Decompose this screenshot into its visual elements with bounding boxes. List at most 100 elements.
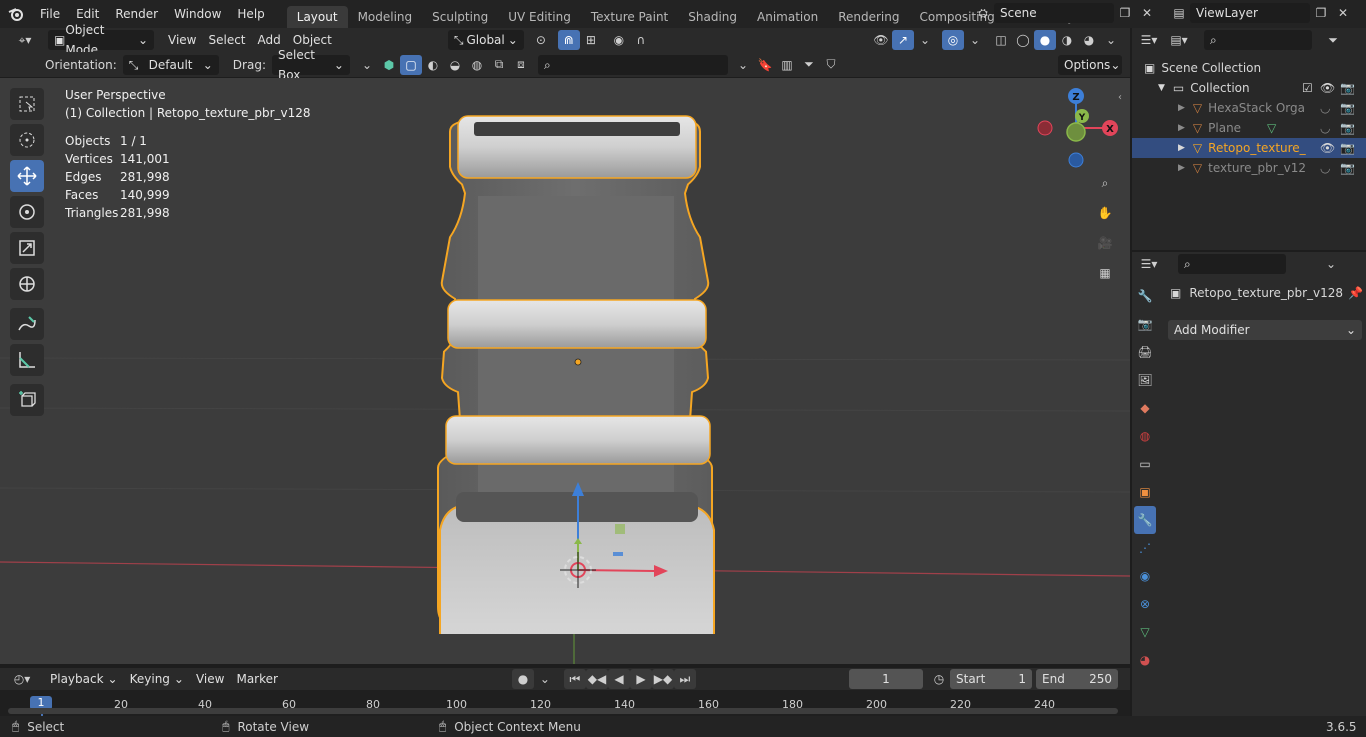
collapse-icon[interactable]: ⌄ xyxy=(356,55,378,75)
blender-logo-icon[interactable] xyxy=(0,0,32,28)
layout-icon[interactable]: ▥ xyxy=(776,55,798,75)
outliner-collection[interactable]: ▼ ▭ Collection ☑ 👁 📷 xyxy=(1132,78,1366,98)
select-box-tool-icon[interactable] xyxy=(10,88,44,120)
material-tab-icon[interactable]: ◕ xyxy=(1134,646,1156,674)
proportional-edit-icon[interactable]: ◉ xyxy=(608,30,630,50)
measure-tool-icon[interactable] xyxy=(10,344,44,376)
prev-keyframe-icon[interactable]: ◆◀ xyxy=(585,669,608,689)
scale-tool-icon[interactable] xyxy=(10,232,44,264)
tab-modeling[interactable]: Modeling xyxy=(348,6,423,28)
start-frame-field[interactable]: Start 1 xyxy=(950,669,1032,689)
eye-icon[interactable]: 👁 xyxy=(1320,138,1335,158)
shading-dropdown-icon[interactable]: ⌄ xyxy=(1100,30,1122,50)
tab-shading[interactable]: Shading xyxy=(678,6,747,28)
hidden-eye-icon[interactable]: ◡ xyxy=(1320,118,1330,138)
delete-scene-icon[interactable]: ✕ xyxy=(1136,3,1158,23)
zoom-icon[interactable]: ⌕ xyxy=(1092,170,1118,196)
hidden-eye-icon[interactable]: ◡ xyxy=(1320,158,1330,178)
current-frame-field[interactable]: 1 xyxy=(849,669,923,689)
properties-editor-type-icon[interactable]: ☰▾ xyxy=(1138,254,1160,274)
scene-icon[interactable]: ⛭ xyxy=(972,3,994,23)
select-mode-subtract-icon[interactable]: ◒ xyxy=(444,55,466,75)
pan-hand-icon[interactable]: ✋ xyxy=(1092,200,1118,226)
xray-toggle-icon[interactable]: ◫ xyxy=(990,30,1012,50)
pin-icon[interactable]: 📌 xyxy=(1348,286,1363,300)
clock-icon[interactable]: ◷ xyxy=(928,669,950,689)
playback-menu[interactable]: Playback ⌄ xyxy=(44,669,124,689)
tab-texture-paint[interactable]: Texture Paint xyxy=(581,6,678,28)
menu-file[interactable]: File xyxy=(32,0,68,28)
play-icon[interactable]: ▶ xyxy=(629,669,652,689)
output-tab-icon[interactable]: 🖨 xyxy=(1134,338,1156,366)
display-mode-icon[interactable]: ▤▾ xyxy=(1168,30,1190,50)
record-icon[interactable]: ● xyxy=(511,669,534,689)
select-mode-difference-icon[interactable]: ⧈ xyxy=(510,55,532,75)
select-mode-invert-icon[interactable]: ◍ xyxy=(466,55,488,75)
jump-start-icon[interactable]: ⏮ xyxy=(563,669,586,689)
next-keyframe-icon[interactable]: ▶◆ xyxy=(651,669,674,689)
marker-menu[interactable]: Marker xyxy=(230,669,283,689)
gizmo-dropdown-icon[interactable]: ⌄ xyxy=(914,30,936,50)
data-tab-icon[interactable]: ▽ xyxy=(1134,618,1156,646)
end-frame-field[interactable]: End 250 xyxy=(1036,669,1118,689)
tool-tab-icon[interactable]: 🔧 xyxy=(1134,282,1156,310)
move-tool-icon[interactable] xyxy=(10,160,44,192)
add-modifier-dropdown[interactable]: Add Modifier ⌄ xyxy=(1168,320,1362,340)
keying-menu[interactable]: Keying ⌄ xyxy=(124,669,190,689)
timeline-view-menu[interactable]: View xyxy=(190,669,230,689)
add-cube-tool-icon[interactable] xyxy=(10,384,44,416)
visibility-icon[interactable]: 👁 xyxy=(870,30,892,50)
wireframe-shading-icon[interactable]: ◯ xyxy=(1012,30,1034,50)
scene-tab-icon[interactable]: ◆ xyxy=(1134,394,1156,422)
render-camera-icon[interactable]: 📷 xyxy=(1340,158,1355,178)
tab-layout[interactable]: Layout xyxy=(286,6,348,28)
annotate-tool-icon[interactable] xyxy=(10,308,44,340)
eye-icon[interactable]: 👁 xyxy=(1320,78,1335,98)
overlay-toggle-icon[interactable]: ◎ xyxy=(942,30,964,50)
render-tab-icon[interactable]: 📷 xyxy=(1134,310,1156,338)
world-tab-icon[interactable]: ◍ xyxy=(1134,422,1156,450)
outliner-editor-type-icon[interactable]: ☰▾ xyxy=(1138,30,1160,50)
view-layer-icon[interactable]: ▤ xyxy=(1168,3,1190,23)
camera-icon[interactable]: 🎥 xyxy=(1092,230,1118,256)
outliner-item[interactable]: ▶ ▽ Plane ▽ ◡ 📷 xyxy=(1132,118,1366,138)
render-camera-icon[interactable]: 📷 xyxy=(1340,98,1355,118)
new-view-layer-icon[interactable]: ❐ xyxy=(1310,3,1332,23)
rendered-shading-icon[interactable]: ◕ xyxy=(1078,30,1100,50)
transform-orientation-dropdown[interactable]: ⤡ Global ⌄ xyxy=(447,30,524,50)
sidebar-toggle-icon[interactable]: ‹ xyxy=(1118,92,1122,103)
jump-end-icon[interactable]: ⏭ xyxy=(673,669,696,689)
outliner-item[interactable]: ▶ ▽ texture_pbr_v12 ◡ 📷 xyxy=(1132,158,1366,178)
view-layer-tab-icon[interactable]: 🖼 xyxy=(1134,366,1156,394)
render-camera-icon[interactable]: 📷 xyxy=(1340,78,1355,98)
drag-dropdown[interactable]: Select Box ⌄ xyxy=(271,48,350,82)
new-scene-icon[interactable]: ❐ xyxy=(1114,3,1136,23)
select-mode-set-icon[interactable]: ▢ xyxy=(399,54,422,75)
tool-search-input[interactable]: ⌕ xyxy=(537,54,728,75)
outliner-item[interactable]: ▶ ▽ HexaStack Orga ◡ 📷 xyxy=(1132,98,1366,118)
menu-help[interactable]: Help xyxy=(229,0,272,28)
tab-animation[interactable]: Animation xyxy=(747,6,828,28)
menu-window[interactable]: Window xyxy=(166,0,229,28)
properties-options-icon[interactable]: ⌄ xyxy=(1320,254,1342,274)
physics-tab-icon[interactable]: ◉ xyxy=(1134,562,1156,590)
3d-viewport[interactable]: User Perspective (1) Collection | Retopo… xyxy=(0,78,1130,664)
move-gizmo[interactable] xyxy=(550,478,680,598)
shield-icon[interactable]: ⛉ xyxy=(820,55,842,75)
object-tab-icon[interactable]: ▣ xyxy=(1134,478,1156,506)
render-camera-icon[interactable]: 📷 xyxy=(1340,118,1355,138)
menu-select[interactable]: Select xyxy=(202,30,251,50)
rotate-tool-icon[interactable] xyxy=(10,196,44,228)
outliner-filter-icon[interactable]: ⏷ xyxy=(1322,30,1344,50)
editor-type-icon[interactable]: ⌖▾ xyxy=(10,30,40,50)
snap-toggle-icon[interactable]: ⋒ xyxy=(557,30,580,50)
collection-tab-icon[interactable]: ▭ xyxy=(1134,450,1156,478)
outliner-scene-collection[interactable]: ▣ Scene Collection xyxy=(1132,58,1366,78)
mode-dropdown[interactable]: ▣ Object Mode ⌄ xyxy=(48,23,154,57)
modifier-tab-icon[interactable]: 🔧 xyxy=(1134,506,1156,534)
pivot-point-icon[interactable]: ⊙ xyxy=(530,30,552,50)
outliner-search-input[interactable]: ⌕ xyxy=(1204,30,1312,50)
timeline-editor-type-icon[interactable]: ◴▾ xyxy=(6,669,38,689)
tab-sculpting[interactable]: Sculpting xyxy=(422,6,498,28)
options-dropdown[interactable]: Options ⌄ xyxy=(1058,55,1122,75)
